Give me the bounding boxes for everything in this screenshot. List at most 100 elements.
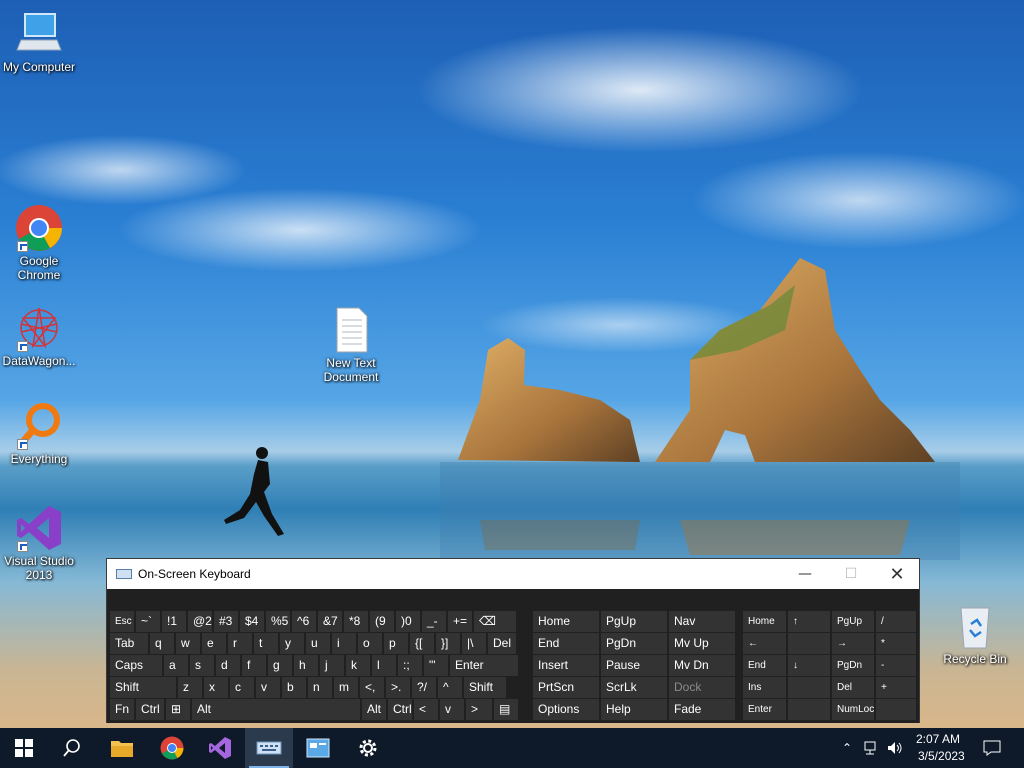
- key-symbol[interactable]: +=: [448, 611, 472, 632]
- key-end[interactable]: End: [533, 633, 599, 654]
- key-symbol[interactable]: >.: [386, 677, 410, 698]
- key-pgdn[interactable]: PgDn: [601, 633, 667, 654]
- key-m[interactable]: m: [334, 677, 358, 698]
- key-symbol[interactable]: <,: [360, 677, 384, 698]
- key-h[interactable]: h: [294, 655, 318, 676]
- key-u[interactable]: u: [306, 633, 330, 654]
- numpad-key-home[interactable]: Home: [743, 611, 786, 632]
- key-1[interactable]: !1: [162, 611, 186, 632]
- search-button[interactable]: [48, 728, 96, 768]
- key-symbol[interactable]: ~`: [136, 611, 160, 632]
- show-hidden-icons-button[interactable]: ⌃: [836, 728, 858, 768]
- clock-date[interactable]: 3/5/2023: [918, 749, 965, 763]
- key-0[interactable]: )0: [396, 611, 420, 632]
- key-symbol[interactable]: |\: [462, 633, 486, 654]
- desktop-icon-everything[interactable]: Everything: [1, 402, 77, 466]
- key-alt[interactable]: Alt: [362, 699, 386, 720]
- key-tab[interactable]: Tab: [110, 633, 148, 654]
- key-3[interactable]: #3: [214, 611, 238, 632]
- key-symbol[interactable]: _-: [422, 611, 446, 632]
- taskbar-chrome[interactable]: [148, 728, 196, 768]
- key-i[interactable]: i: [332, 633, 356, 654]
- numpad-key-pgdn[interactable]: PgDn: [832, 655, 874, 676]
- key-4[interactable]: $4: [240, 611, 264, 632]
- key-symbol[interactable]: ⌫: [474, 611, 516, 632]
- key-shift[interactable]: Shift: [110, 677, 176, 698]
- key-symbol[interactable]: :;: [398, 655, 422, 676]
- taskbar-settings[interactable]: [344, 728, 392, 768]
- key-shift[interactable]: Shift: [464, 677, 506, 698]
- desktop-icon-new-text-document[interactable]: New Text Document: [313, 306, 389, 384]
- taskbar-visual-studio[interactable]: [196, 728, 244, 768]
- key-fade[interactable]: Fade: [669, 699, 735, 720]
- key-fn[interactable]: Fn: [110, 699, 134, 720]
- key-del[interactable]: Del: [488, 633, 516, 654]
- key-ctrl[interactable]: Ctrl: [388, 699, 412, 720]
- taskbar-on-screen-keyboard[interactable]: [245, 728, 293, 768]
- desktop-icon-visual-studio[interactable]: Visual Studio 2013: [1, 504, 77, 582]
- action-center-button[interactable]: [970, 728, 1014, 768]
- network-button[interactable]: [860, 728, 884, 768]
- key-n[interactable]: n: [308, 677, 332, 698]
- key-x[interactable]: x: [204, 677, 228, 698]
- numpad-key-symbol[interactable]: /: [876, 611, 916, 632]
- volume-button[interactable]: [884, 728, 906, 768]
- clock-time[interactable]: 2:07 AM: [916, 732, 960, 746]
- maximize-button[interactable]: ☐: [828, 559, 874, 589]
- key-symbol[interactable]: "': [424, 655, 448, 676]
- key-q[interactable]: q: [150, 633, 174, 654]
- key-a[interactable]: a: [164, 655, 188, 676]
- numpad-key-symbol[interactable]: ←: [743, 633, 786, 654]
- key-e[interactable]: e: [202, 633, 226, 654]
- key-enter[interactable]: Enter: [450, 655, 518, 676]
- key-insert[interactable]: Insert: [533, 655, 599, 676]
- title-bar[interactable]: On-Screen Keyboard — ☐ ✕: [107, 559, 919, 589]
- key-symbol[interactable]: ▤: [494, 699, 518, 720]
- key-nav[interactable]: Nav: [669, 611, 735, 632]
- key-5[interactable]: %5: [266, 611, 290, 632]
- key-p[interactable]: p: [384, 633, 408, 654]
- key-pause[interactable]: Pause: [601, 655, 667, 676]
- desktop-icon-datawagon[interactable]: DataWagon...: [1, 304, 77, 368]
- numpad-key-blank[interactable]: [788, 633, 830, 654]
- key-r[interactable]: r: [228, 633, 252, 654]
- numpad-key-ins[interactable]: Ins: [743, 677, 786, 698]
- key-w[interactable]: w: [176, 633, 200, 654]
- key-j[interactable]: j: [320, 655, 344, 676]
- key-7[interactable]: &7: [318, 611, 342, 632]
- key-alt[interactable]: Alt: [192, 699, 360, 720]
- taskbar-remote-app[interactable]: [294, 728, 342, 768]
- key-g[interactable]: g: [268, 655, 292, 676]
- numpad-key-numlock[interactable]: NumLock: [832, 699, 874, 720]
- key-symbol[interactable]: ?/: [412, 677, 436, 698]
- start-button[interactable]: [0, 728, 48, 768]
- key-caps[interactable]: Caps: [110, 655, 162, 676]
- key-t[interactable]: t: [254, 633, 278, 654]
- key-2[interactable]: @2: [188, 611, 212, 632]
- key-y[interactable]: y: [280, 633, 304, 654]
- minimize-button[interactable]: —: [782, 559, 828, 589]
- numpad-key-symbol[interactable]: →: [832, 633, 874, 654]
- key-symbol[interactable]: ⊞: [166, 699, 190, 720]
- numpad-key-symbol[interactable]: +: [876, 677, 916, 698]
- key-symbol[interactable]: <: [414, 699, 438, 720]
- numpad-key-symbol[interactable]: ↓: [788, 655, 830, 676]
- numpad-key-enter[interactable]: Enter: [743, 699, 786, 720]
- numpad-key-blank[interactable]: [788, 677, 830, 698]
- numpad-key-end[interactable]: End: [743, 655, 786, 676]
- key-v[interactable]: v: [256, 677, 280, 698]
- numpad-key-symbol[interactable]: *: [876, 633, 916, 654]
- key-z[interactable]: z: [178, 677, 202, 698]
- key-symbol[interactable]: >: [466, 699, 492, 720]
- desktop-icon-my-computer[interactable]: My Computer: [1, 10, 77, 74]
- numpad-key-pgup[interactable]: PgUp: [832, 611, 874, 632]
- key-mv-dn[interactable]: Mv Dn: [669, 655, 735, 676]
- key-help[interactable]: Help: [601, 699, 667, 720]
- key-8[interactable]: *8: [344, 611, 368, 632]
- key-esc[interactable]: Esc: [110, 611, 134, 632]
- key-c[interactable]: c: [230, 677, 254, 698]
- key-d[interactable]: d: [216, 655, 240, 676]
- desktop-icon-google-chrome[interactable]: Google Chrome: [1, 204, 77, 282]
- close-button[interactable]: ✕: [874, 559, 920, 589]
- key-pgup[interactable]: PgUp: [601, 611, 667, 632]
